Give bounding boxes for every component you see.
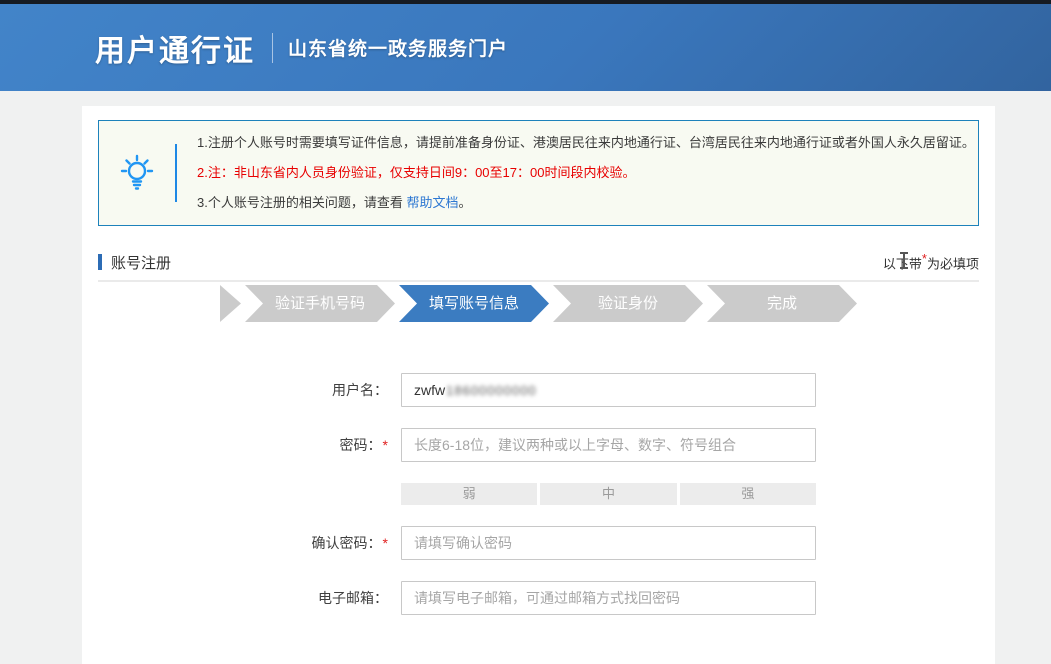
step-verify-identity: 验证身份: [553, 285, 703, 322]
password-strength-row: 弱 中 强: [98, 483, 979, 505]
page-header: 用户通行证 山东省统一政务服务门户: [0, 4, 1051, 91]
confirm-password-label-text: 确认密码：: [312, 535, 382, 551]
step-lead-arrow-icon: [220, 285, 241, 322]
help-doc-link[interactable]: 帮助文档: [406, 195, 458, 210]
content-panel: 1.注册个人账号时需要填写证件信息，请提前准备身份证、港澳居民往来内地通行证、台…: [82, 106, 995, 664]
step-verify-phone: 验证手机号码: [245, 285, 395, 322]
mouse-text-cursor: [903, 252, 905, 269]
username-label: 用户名：: [98, 380, 388, 400]
brand-divider: [272, 33, 273, 63]
section-title-group: 账号注册: [98, 252, 171, 273]
password-strength-strong: 强: [680, 483, 816, 505]
registration-form: 用户名： zwfw 18600000000 密码：* 弱 中 强 确认密码：* …: [98, 373, 979, 615]
password-field[interactable]: [401, 428, 816, 462]
lightbulb-icon: [99, 151, 175, 195]
form-row-confirm-password: 确认密码：*: [98, 526, 979, 560]
email-field[interactable]: [401, 581, 816, 615]
password-label-text: 密码：: [340, 437, 382, 453]
notice-line-1: 1.注册个人账号时需要填写证件信息，请提前准备身份证、港澳居民往来内地通行证、台…: [197, 128, 975, 158]
notice-line-3-period: 。: [458, 195, 471, 210]
section-accent-bar: [98, 254, 102, 270]
username-field[interactable]: zwfw 18600000000: [401, 373, 816, 407]
notice-line-3: 3.个人账号注册的相关问题，请查看 帮助文档。: [197, 188, 975, 218]
email-label-text: 电子邮箱：: [318, 590, 388, 606]
password-strength-meter: 弱 中 强: [401, 483, 816, 505]
notice-line-3-text: 3.个人账号注册的相关问题，请查看: [197, 195, 406, 210]
step-wizard: 验证手机号码 填写账号信息 验证身份 完成: [98, 285, 979, 322]
section-title: 账号注册: [111, 252, 171, 273]
section-header-row: 账号注册 以下带*为必填项: [98, 244, 979, 282]
form-row-password: 密码：*: [98, 428, 979, 462]
step-complete: 完成: [707, 285, 857, 322]
password-strength-medium: 中: [540, 483, 676, 505]
password-strength-weak: 弱: [401, 483, 537, 505]
username-value-visible: zwfw: [414, 382, 445, 398]
page-subtitle: 山东省统一政务服务门户: [288, 34, 508, 61]
email-label: 电子邮箱：: [98, 588, 388, 608]
confirm-password-required-star: *: [383, 535, 388, 551]
confirm-password-label: 确认密码：*: [98, 533, 388, 553]
username-label-text: 用户名：: [332, 382, 388, 398]
required-hint-suffix: 为必填项: [927, 257, 979, 272]
notice-line-2: 2.注：非山东省内人员身份验证，仅支持日间9：00至17：00时间段内校验。: [197, 158, 975, 188]
password-label: 密码：*: [98, 435, 388, 455]
username-value-redacted: 18600000000: [446, 383, 537, 398]
page-title: 用户通行证: [95, 26, 255, 70]
notice-text: 1.注册个人账号时需要填写证件信息，请提前准备身份证、港澳居民往来内地通行证、台…: [177, 128, 975, 218]
form-row-email: 电子邮箱：: [98, 581, 979, 615]
password-required-star: *: [383, 437, 388, 453]
notice-box: 1.注册个人账号时需要填写证件信息，请提前准备身份证、港澳居民往来内地通行证、台…: [98, 120, 979, 226]
confirm-password-field[interactable]: [401, 526, 816, 560]
step-fill-account-info: 填写账号信息: [399, 285, 549, 322]
required-fields-hint: 以下带*为必填项: [883, 251, 979, 272]
form-row-username: 用户名： zwfw 18600000000: [98, 373, 979, 407]
